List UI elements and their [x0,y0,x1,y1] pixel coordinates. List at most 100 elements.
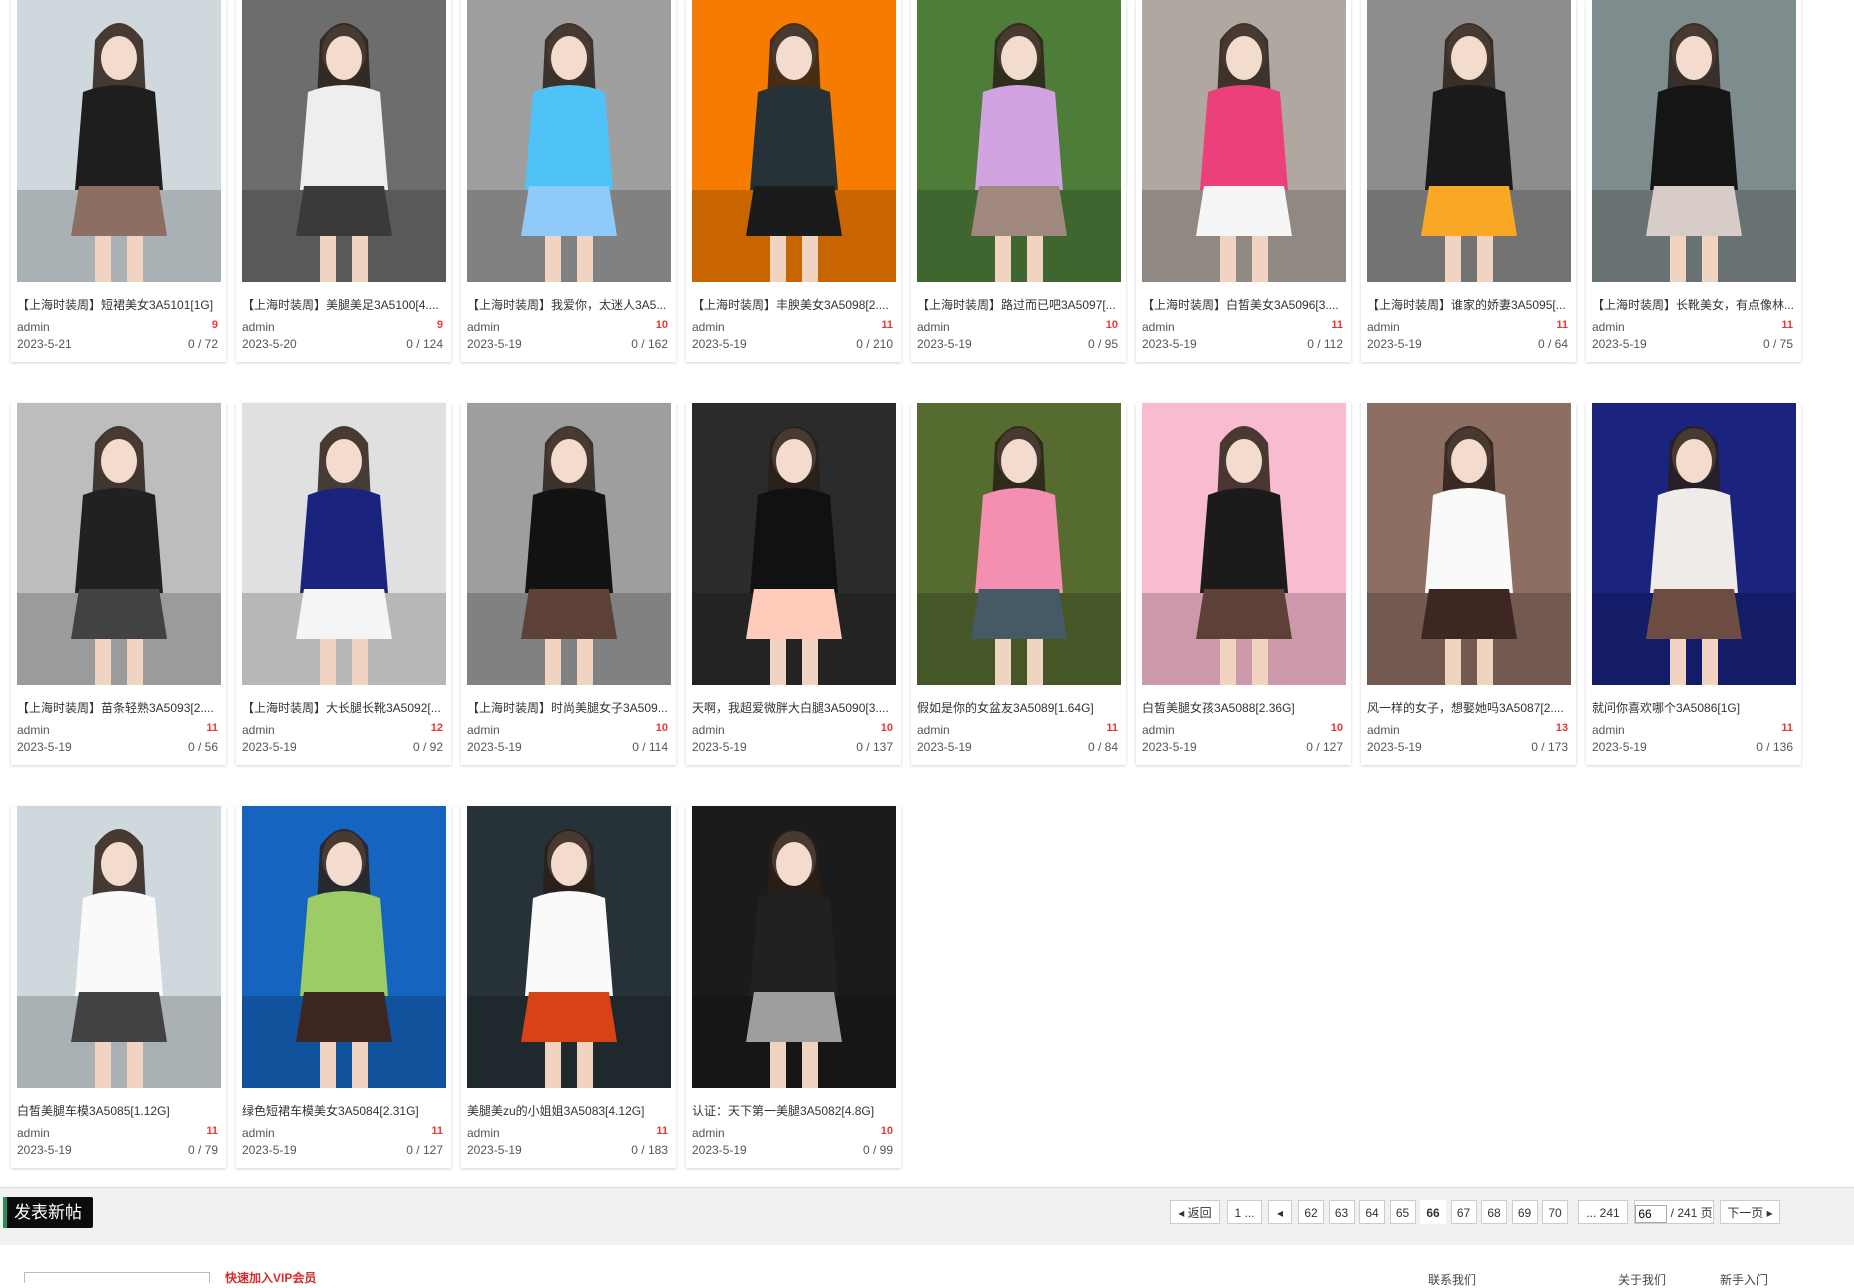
thread-author[interactable]: admin [1592,723,1625,737]
thread-thumbnail[interactable] [1592,0,1796,282]
thread-thumbnail[interactable] [242,0,446,282]
thread-thumbnail[interactable] [1367,403,1571,685]
thread-thumbnail[interactable] [17,403,221,685]
thread-author[interactable]: admin [17,1126,50,1140]
thread-author[interactable]: admin [242,320,275,334]
thread-thumbnail[interactable] [1142,0,1346,282]
thread-thumbnail[interactable] [692,0,896,282]
thread-card[interactable]: 绿色短裙车模美女3A5084[2.31G] admin 2023-5-19 11 0 /… [236,806,451,1168]
thread-title[interactable]: 白皙美腿女孩3A5088[2.36G] [1142,699,1346,716]
thread-thumbnail[interactable] [1142,403,1346,685]
thread-title[interactable]: 【上海时装周】我爱你，太迷人3A5... [467,296,671,313]
thread-author[interactable]: admin [917,723,950,737]
thread-card[interactable]: 风一样的女子，想娶她吗3A5087[2.... admin 2023-5-19 13 0… [1361,403,1576,765]
thread-author[interactable]: admin [692,320,725,334]
thread-card[interactable]: 就问你喜欢哪个3A5086[1G] admin 2023-5-19 11 0 / 136 [1586,403,1801,765]
thread-card[interactable]: 【上海时装周】美腿美足3A5100[4.... admin 2023-5-20 9 0 … [236,0,451,362]
thread-title[interactable]: 【上海时装周】短裙美女3A5101[1G] [17,296,221,313]
thread-thumbnail[interactable] [917,403,1121,685]
footer-notice[interactable]: 快速加入VIP会员 [225,1269,316,1286]
thread-title[interactable]: 【上海时装周】美腿美足3A5100[4.... [242,296,446,313]
thread-thumbnail[interactable] [1592,403,1796,685]
footer-link-about[interactable]: 关于我们 [1618,1271,1666,1288]
thread-card[interactable]: 【上海时装周】我爱你，太迷人3A5... admin 2023-5-19 10 0 / … [461,0,676,362]
thread-author[interactable]: admin [467,723,500,737]
thread-card[interactable]: 假如是你的女盆友3A5089[1.64G] admin 2023-5-19 11 0 /… [911,403,1126,765]
next-page-button[interactable]: 下一页 ▸ [1720,1200,1780,1224]
page-number[interactable]: 69 [1511,1200,1538,1224]
page-last[interactable]: ... 241 [1578,1200,1628,1224]
thread-card[interactable]: 【上海时装周】路过而已吧3A5097[... admin 2023-5-19 10 0 … [911,0,1126,362]
thread-thumbnail[interactable] [917,0,1121,282]
prev-page-button[interactable]: ◂ [1268,1200,1292,1224]
thread-author[interactable]: admin [242,1126,275,1140]
thread-thumbnail[interactable] [17,806,221,1088]
page-number[interactable]: 70 [1542,1200,1568,1224]
thread-card[interactable]: 美腿美zu的小姐姐3A5083[4.12G] admin 2023-5-19 11 0 … [461,806,676,1168]
footer-link-contact[interactable]: 联系我们 [1428,1271,1476,1288]
thread-title[interactable]: 【上海时装周】路过而已吧3A5097[... [917,296,1121,313]
thread-author[interactable]: admin [17,723,50,737]
thread-card[interactable]: 【上海时装周】大长腿长靴3A5092[... admin 2023-5-19 12 0 … [236,403,451,765]
thread-title[interactable]: 【上海时装周】白皙美女3A5096[3.... [1142,296,1346,313]
page-number[interactable]: 62 [1298,1200,1324,1224]
thread-card[interactable]: 【上海时装周】白皙美女3A5096[3.... admin 2023-5-19 11 0… [1136,0,1351,362]
thread-author[interactable]: admin [1367,723,1400,737]
thread-author[interactable]: admin [692,723,725,737]
thread-author[interactable]: admin [1367,320,1400,334]
thread-author[interactable]: admin [1142,320,1175,334]
thread-title[interactable]: 【上海时装周】时尚美腿女子3A509... [467,699,671,716]
page-number[interactable]: 65 [1389,1200,1416,1224]
thread-title[interactable]: 认证：天下第一美腿3A5082[4.8G] [692,1102,896,1119]
back-button[interactable]: ◂ 返回 [1170,1200,1220,1224]
thread-thumbnail[interactable] [467,806,671,1088]
thread-author[interactable]: admin [1592,320,1625,334]
thread-title[interactable]: 绿色短裙车模美女3A5084[2.31G] [242,1102,446,1119]
thread-author[interactable]: admin [917,320,950,334]
thread-title[interactable]: 就问你喜欢哪个3A5086[1G] [1592,699,1796,716]
thread-card[interactable]: 认证：天下第一美腿3A5082[4.8G] admin 2023-5-19 10 0 /… [686,806,901,1168]
thread-card[interactable]: 【上海时装周】谁家的娇妻3A5095[... admin 2023-5-19 11 0 … [1361,0,1576,362]
page-number[interactable]: 64 [1359,1200,1385,1224]
thread-author[interactable]: admin [1142,723,1175,737]
thread-thumbnail[interactable] [1367,0,1571,282]
page-number[interactable]: 63 [1328,1200,1355,1224]
page-number[interactable]: 68 [1481,1200,1507,1224]
thread-card[interactable]: 【上海时装周】短裙美女3A5101[1G] admin 2023-5-21 9 0 / … [11,0,226,362]
page-first[interactable]: 1 ... [1227,1200,1262,1224]
thread-thumbnail[interactable] [467,403,671,685]
thread-title[interactable]: 天啊，我超爱微胖大白腿3A5090[3.... [692,699,896,716]
thread-author[interactable]: admin [692,1126,725,1140]
thread-author[interactable]: admin [467,1126,500,1140]
thread-author[interactable]: admin [467,320,500,334]
thread-card[interactable]: 天啊，我超爱微胖大白腿3A5090[3.... admin 2023-5-19 10 0… [686,403,901,765]
thread-thumbnail[interactable] [242,403,446,685]
page-number[interactable]: 67 [1450,1200,1477,1224]
thread-card[interactable]: 【上海时装周】苗条轻熟3A5093[2.... admin 2023-5-19 11 0… [11,403,226,765]
thread-card[interactable]: 白皙美腿车模3A5085[1.12G] admin 2023-5-19 11 0 / 7… [11,806,226,1168]
thread-author[interactable]: admin [17,320,50,334]
thread-author[interactable]: admin [242,723,275,737]
thread-card[interactable]: 【上海时装周】长靴美女，有点像林... admin 2023-5-19 11 0 / 7… [1586,0,1801,362]
thread-thumbnail[interactable] [692,806,896,1088]
thread-thumbnail[interactable] [692,403,896,685]
thread-title[interactable]: 【上海时装周】谁家的娇妻3A5095[... [1367,296,1571,313]
thread-title[interactable]: 假如是你的女盆友3A5089[1.64G] [917,699,1121,716]
thread-card[interactable]: 【上海时装周】时尚美腿女子3A509... admin 2023-5-19 10 0 /… [461,403,676,765]
thread-thumbnail[interactable] [467,0,671,282]
page-jump-input[interactable] [1635,1204,1668,1223]
thread-title[interactable]: 白皙美腿车模3A5085[1.12G] [17,1102,221,1119]
thread-title[interactable]: 【上海时装周】长靴美女，有点像林... [1592,296,1796,313]
footer-link-guide[interactable]: 新手入门 [1720,1271,1768,1288]
page-current[interactable]: 66 [1420,1200,1446,1224]
thread-card[interactable]: 【上海时装周】丰腴美女3A5098[2.... admin 2023-5-19 11 0… [686,0,901,362]
thread-thumbnail[interactable] [17,0,221,282]
thread-card[interactable]: 白皙美腿女孩3A5088[2.36G] admin 2023-5-19 10 0 / 1… [1136,403,1351,765]
thread-title[interactable]: 风一样的女子，想娶她吗3A5087[2.... [1367,699,1571,716]
thread-thumbnail[interactable] [242,806,446,1088]
thread-title[interactable]: 【上海时装周】苗条轻熟3A5093[2.... [17,699,221,716]
new-post-button[interactable]: 发表新帖 [3,1197,93,1228]
thread-title[interactable]: 美腿美zu的小姐姐3A5083[4.12G] [467,1102,671,1119]
thread-title[interactable]: 【上海时装周】丰腴美女3A5098[2.... [692,296,896,313]
thread-title[interactable]: 【上海时装周】大长腿长靴3A5092[... [242,699,446,716]
